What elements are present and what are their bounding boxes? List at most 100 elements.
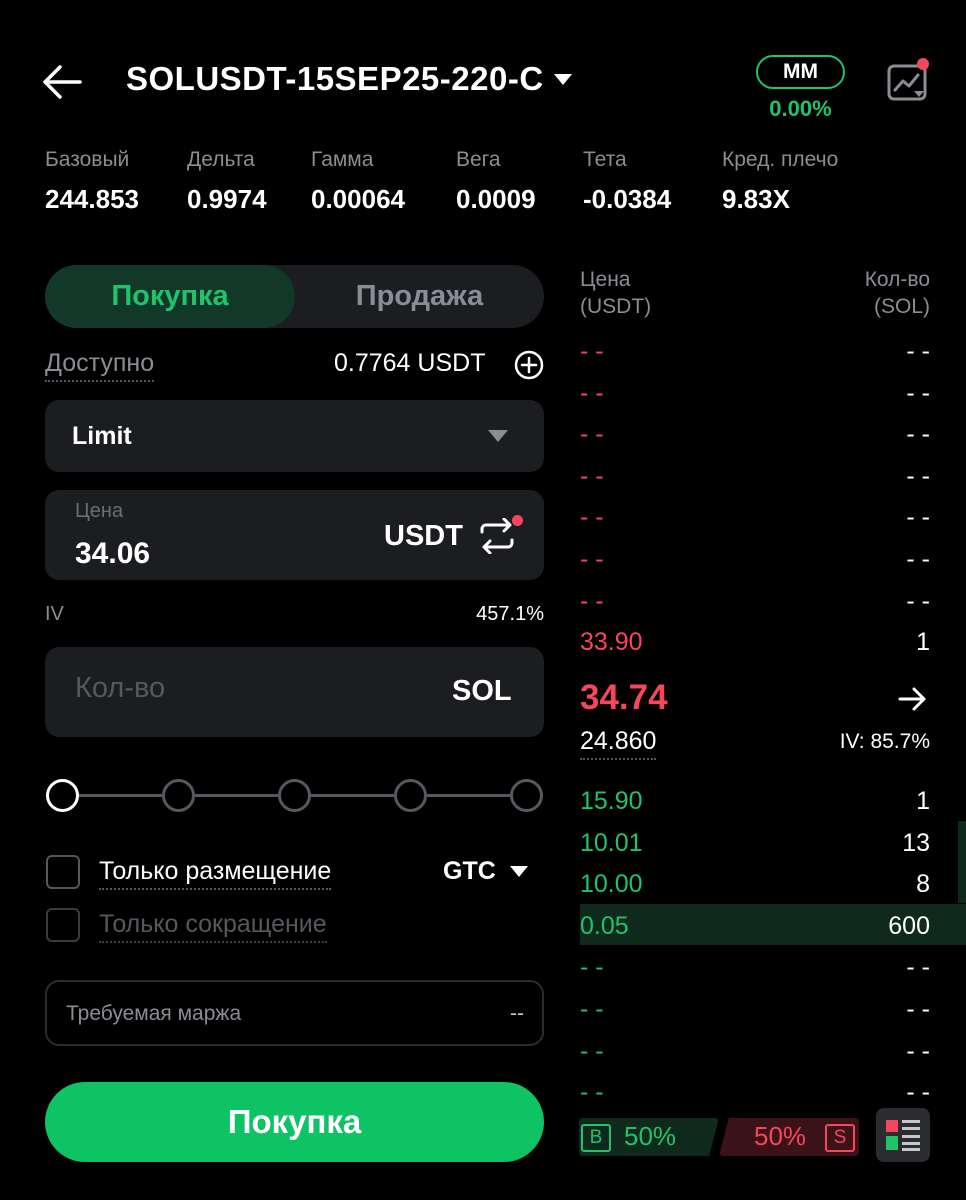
notification-dot <box>917 58 929 70</box>
stat-label: Вега <box>456 148 501 171</box>
ask-qty: - - <box>906 545 930 573</box>
bid-qty: 8 <box>916 870 930 899</box>
price-header-line1: Цена <box>580 268 631 291</box>
mm-percentage: 0.00% <box>769 96 832 121</box>
ask-row[interactable]: - -- - <box>580 454 930 495</box>
stat-value: 0.0009 <box>456 184 536 214</box>
bid-qty: - - <box>906 953 930 982</box>
swap-notification-dot <box>512 515 523 526</box>
bid-row[interactable]: 10.00 8 <box>580 862 966 904</box>
ask-row[interactable]: - -- - <box>580 579 930 620</box>
slider-step-4[interactable] <box>510 779 543 812</box>
ask-qty: - - <box>906 503 930 532</box>
ask-price: - - <box>580 545 604 573</box>
bid-row[interactable]: - -- - <box>580 987 930 1028</box>
stat-value: 0.9974 <box>187 184 267 214</box>
order-type-value: Limit <box>72 422 132 450</box>
required-margin-label: Требуемая маржа <box>66 1002 242 1025</box>
back-arrow-icon[interactable] <box>40 60 84 104</box>
quantity-unit: SOL <box>452 675 512 707</box>
add-funds-icon[interactable] <box>514 350 544 380</box>
stat-value: 0.00064 <box>311 184 405 214</box>
arrow-right-icon[interactable] <box>896 683 928 715</box>
stat-value: 244.853 <box>45 184 139 214</box>
tab-buy[interactable]: Покупка <box>45 265 295 328</box>
ask-qty: 1 <box>916 628 930 657</box>
dropdown-caret-icon <box>488 430 508 442</box>
orderbook-qty-header: Кол-во (SOL) <box>865 266 930 320</box>
last-price: 34.74 <box>580 678 668 717</box>
iv-label: IV <box>45 603 64 625</box>
bid-qty: 1 <box>916 787 930 815</box>
bid-row[interactable]: 0.05 600 <box>580 903 966 945</box>
ask-row[interactable]: - -- - <box>580 371 930 412</box>
qty-header-line1: Кол-во <box>864 268 930 291</box>
symbol-selector[interactable]: SOLUSDT-15SEP25-220-C <box>126 60 572 98</box>
bid-row[interactable]: 10.01 13 <box>580 820 966 862</box>
price-value[interactable]: 34.06 <box>75 537 150 571</box>
slider-step-1[interactable] <box>162 779 195 812</box>
slider-step-3[interactable] <box>394 779 427 812</box>
ask-price: - - <box>580 420 604 449</box>
bid-row[interactable]: - -- - <box>580 1070 930 1111</box>
bid-qty: - - <box>906 1036 930 1065</box>
mm-badge[interactable]: MM <box>756 55 845 89</box>
bid-row[interactable]: 15.90 1 <box>580 779 930 820</box>
reduce-only-label: Только сокращение <box>99 910 327 943</box>
slider-step-2[interactable] <box>278 779 311 812</box>
ask-qty: - - <box>906 420 930 449</box>
index-price[interactable]: 24.860 <box>580 727 657 760</box>
qty-header-line2: (SOL) <box>873 295 930 318</box>
ask-row[interactable]: 33.90 1 <box>580 620 930 661</box>
bid-price: 15.90 <box>580 787 643 815</box>
ask-row[interactable]: - -- - <box>580 412 930 453</box>
stat-label: Кред. плечо <box>722 148 839 171</box>
caret-down-icon <box>553 73 572 85</box>
quantity-input[interactable] <box>75 672 375 705</box>
required-margin-value: -- <box>510 1002 524 1025</box>
swap-icon[interactable] <box>478 518 516 554</box>
tab-sell[interactable]: Продажа <box>295 265 544 328</box>
ask-price: - - <box>580 378 604 407</box>
order-type-select[interactable]: Limit <box>45 400 544 472</box>
bid-qty: 13 <box>902 828 930 857</box>
bid-row[interactable]: - -- - <box>580 1029 930 1070</box>
caret-down-icon <box>509 866 528 877</box>
bid-qty: - - <box>906 1078 930 1107</box>
stat-label: Гамма <box>311 148 374 171</box>
slider-step-0[interactable] <box>46 779 79 812</box>
bid-price: 10.00 <box>580 870 643 899</box>
sell-ratio-badge: S <box>825 1124 855 1152</box>
stat-label: Тета <box>583 148 627 171</box>
mark-iv: IV: 85.7% <box>839 730 930 753</box>
ask-row[interactable]: - -- - <box>580 537 930 578</box>
symbol-name: SOLUSDT-15SEP25-220-C <box>126 60 544 97</box>
iv-value: 457.1% <box>476 603 544 625</box>
buy-button[interactable]: Покупка <box>45 1082 544 1162</box>
ask-price: - - <box>580 337 604 365</box>
ask-qty: - - <box>906 337 930 365</box>
bid-row[interactable]: - -- - <box>580 945 930 986</box>
bid-price: - - <box>580 953 604 982</box>
ask-qty: - - <box>906 586 930 615</box>
price-unit: USDT <box>384 520 463 552</box>
orderbook-layout-icon[interactable] <box>876 1108 930 1162</box>
post-only-label[interactable]: Только размещение <box>99 857 332 890</box>
available-label: Доступно <box>45 349 155 382</box>
ask-qty: - - <box>906 378 930 407</box>
ask-price: 33.90 <box>580 628 643 657</box>
buy-ratio-percent: 50% <box>624 1121 677 1151</box>
reduce-only-checkbox[interactable] <box>46 908 80 942</box>
time-in-force-select[interactable]: GTC <box>443 857 528 886</box>
ask-price: - - <box>580 461 604 490</box>
stat-value: 9.83X <box>722 184 790 214</box>
ask-price: - - <box>580 586 604 615</box>
buy-ratio-badge: B <box>581 1124 611 1152</box>
ask-row[interactable]: - -- - <box>580 495 930 536</box>
ask-row[interactable]: - -- - <box>580 329 930 370</box>
post-only-checkbox[interactable] <box>46 855 80 889</box>
ask-qty: - - <box>906 461 930 490</box>
depth-bar <box>958 862 966 904</box>
bid-price: 10.01 <box>580 828 643 857</box>
available-value: 0.7764 USDT <box>334 349 486 377</box>
